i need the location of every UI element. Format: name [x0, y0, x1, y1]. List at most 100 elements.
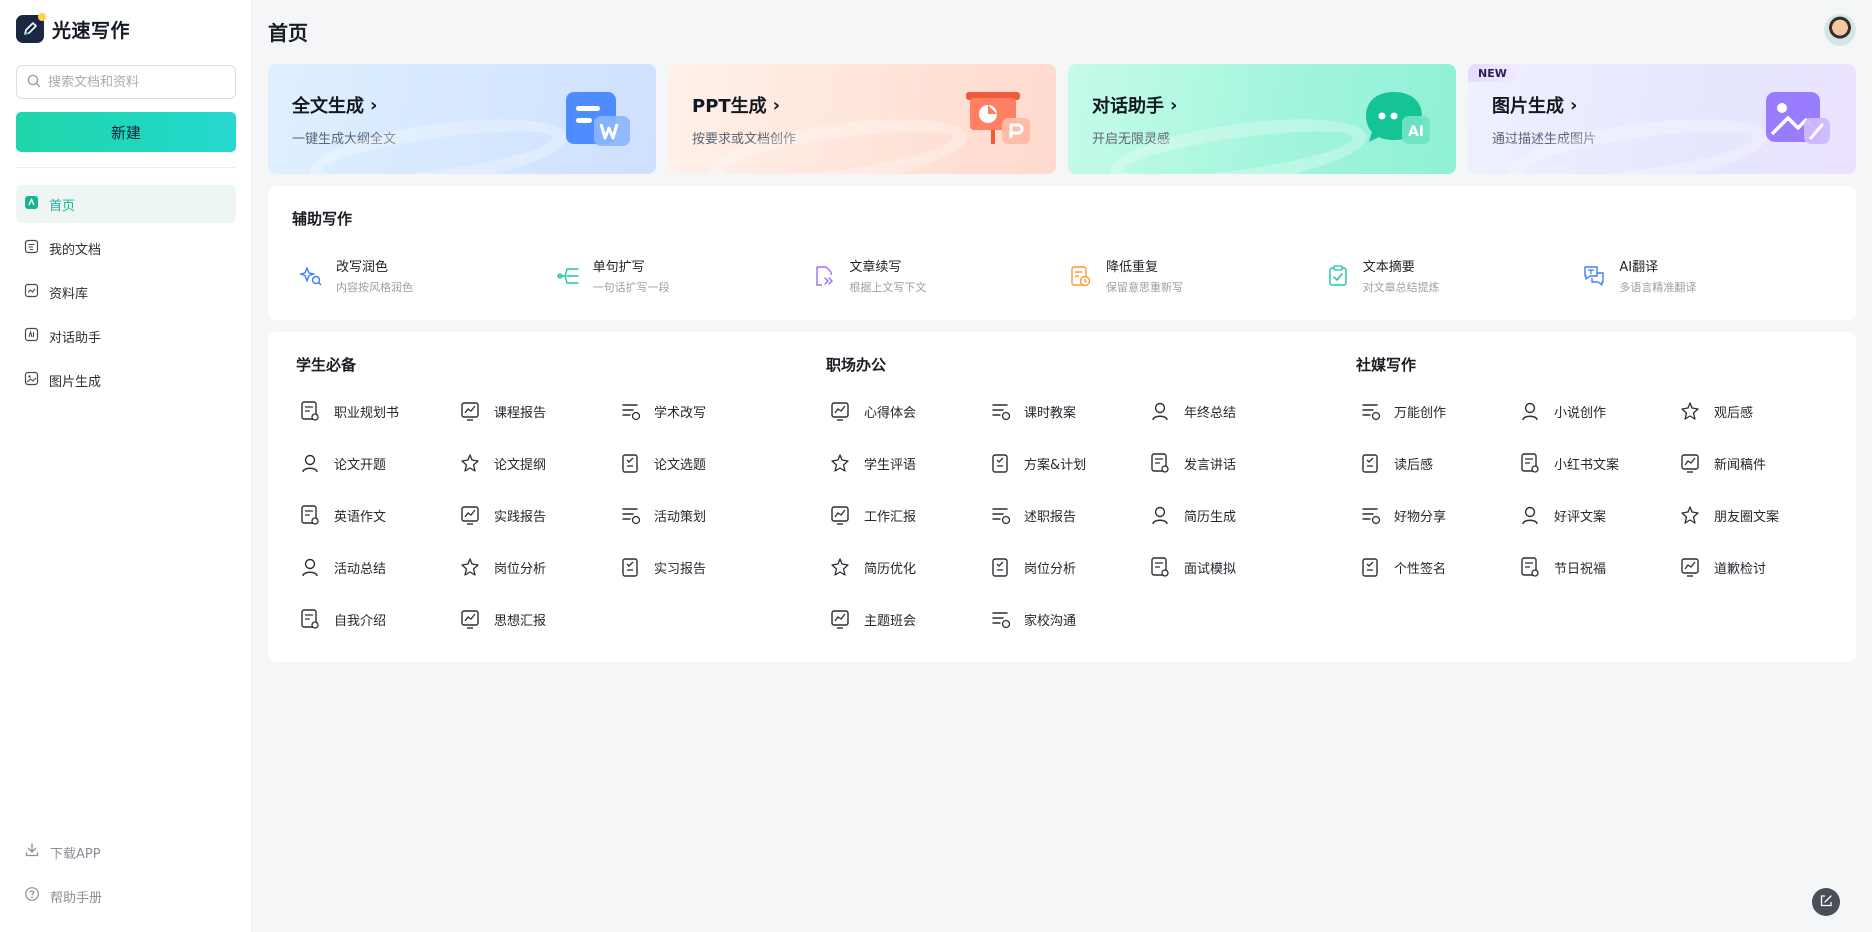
tool-item[interactable]: 课程报告	[456, 395, 616, 427]
card-chat-assistant[interactable]: 对话助手 › 开启无限灵感 AI	[1068, 64, 1456, 174]
brand[interactable]: 光速写作	[16, 13, 131, 44]
tool-label: 主题班会	[864, 613, 917, 629]
year-summary-icon	[1148, 399, 1172, 423]
tool-item[interactable]: 简历生成	[1146, 499, 1306, 531]
tool-item[interactable]: 新闻稿件	[1676, 447, 1836, 479]
help-manual-label: 帮助手册	[50, 890, 103, 906]
tool-grid: 心得体会 课时教案 年终总结学生评语 方案&计划 发言讲话工作汇报 述职报告 简历生成简历优…	[826, 395, 1336, 635]
tool-item[interactable]: 好评文案	[1516, 499, 1676, 531]
help-manual-link[interactable]: 帮助手册	[16, 877, 236, 915]
tool-label: 小说创作	[1554, 405, 1607, 421]
tool-item[interactable]: 家校沟通	[986, 603, 1146, 635]
tool-item[interactable]: 课时教案	[986, 395, 1146, 427]
resume-optimize-icon	[828, 555, 852, 579]
assist-item-name: AI翻译	[1619, 260, 1659, 275]
tool-item[interactable]: 活动策划	[616, 499, 776, 531]
tool-item[interactable]: 论文提纲	[456, 447, 616, 479]
assist-item-rewrite-polish[interactable]: 改写润色 内容按风格润色	[298, 256, 555, 295]
tool-item[interactable]: 工作汇报	[826, 499, 986, 531]
tool-item[interactable]: 学生评语	[826, 447, 986, 479]
thumbs-up-icon	[1518, 503, 1542, 527]
sidebar-item-home[interactable]: 首页	[16, 185, 236, 223]
tool-label: 思想汇报	[494, 613, 547, 629]
tool-item[interactable]: 岗位分析	[456, 551, 616, 583]
assist-item-sentence-expand[interactable]: 单句扩写 一句话扩写一段	[555, 256, 812, 295]
tool-item[interactable]: 方案&计划	[986, 447, 1146, 479]
tool-label: 简历生成	[1184, 509, 1237, 525]
new-button[interactable]: 新建	[16, 112, 236, 152]
tool-label: 活动总结	[334, 561, 387, 577]
sidebar-item-image-generation[interactable]: 图片生成	[16, 361, 236, 399]
assist-item-name: 改写润色	[336, 260, 389, 275]
tool-item[interactable]: 节日祝福	[1516, 551, 1676, 583]
assist-item-text-summary[interactable]: 文本摘要 对文章总结提炼	[1325, 256, 1582, 295]
assist-item-reduce-duplication[interactable]: 降低重复 保留意思重新写	[1068, 256, 1325, 295]
tool-item[interactable]: 学术改写	[616, 395, 776, 427]
library-icon	[24, 283, 39, 302]
assist-item-name: 降低重复	[1106, 260, 1159, 275]
tool-item[interactable]: 思想汇报	[456, 603, 616, 635]
assist-item-desc: 对文章总结提炼	[1362, 281, 1440, 294]
internship-report-icon	[618, 555, 642, 579]
chevron-right-icon: ›	[772, 94, 781, 116]
tool-item[interactable]: 主题班会	[826, 603, 986, 635]
tool-label: 学生评语	[864, 457, 917, 473]
tool-item[interactable]: 面试模拟	[1146, 551, 1306, 583]
tool-label: 发言讲话	[1184, 457, 1237, 473]
course-report-icon	[458, 399, 482, 423]
tool-item[interactable]: 论文开题	[296, 447, 456, 479]
tool-item[interactable]: 论文选题	[616, 447, 776, 479]
news-icon	[1678, 451, 1702, 475]
sidebar-item-chat[interactable]: 对话助手	[16, 317, 236, 355]
download-app-link[interactable]: 下载APP	[16, 833, 236, 871]
tool-label: 朋友圈文案	[1714, 509, 1780, 525]
tool-item[interactable]: 发言讲话	[1146, 447, 1306, 479]
tool-item[interactable]: 年终总结	[1146, 395, 1306, 427]
main-content: 首页 全文生成 › 一键生成大纲全文 PPT生成 › 按要求或文档创作 对话助手 › …	[268, 0, 1856, 932]
tool-label: 简历优化	[864, 561, 917, 577]
tool-label: 岗位分析	[1024, 561, 1077, 577]
search-icon	[27, 73, 41, 92]
card-ppt-generation[interactable]: PPT生成 › 按要求或文档创作	[668, 64, 1056, 174]
tool-item[interactable]: 简历优化	[826, 551, 986, 583]
translate-icon	[1581, 263, 1607, 289]
category-title: 职场办公	[826, 356, 897, 374]
tool-item[interactable]: 好物分享	[1356, 499, 1516, 531]
tool-item[interactable]: 实习报告	[616, 551, 776, 583]
edit-floating-button[interactable]	[1812, 888, 1840, 916]
tool-label: 道歉检讨	[1714, 561, 1767, 577]
brand-name: 光速写作	[52, 19, 131, 42]
sidebar-item-label: 我的文档	[49, 242, 102, 258]
tool-item[interactable]: 万能创作	[1356, 395, 1516, 427]
search-box[interactable]	[16, 65, 236, 99]
tool-item[interactable]: 述职报告	[986, 499, 1146, 531]
tool-label: 课时教案	[1024, 405, 1077, 421]
assist-item-continue-writing[interactable]: 文章续写 根据上文写下文	[811, 256, 1068, 295]
tool-item[interactable]: 观后感	[1676, 395, 1836, 427]
tool-item[interactable]: 职业规划书	[296, 395, 456, 427]
tool-item[interactable]: 道歉检讨	[1676, 551, 1836, 583]
tool-item[interactable]: 实践报告	[456, 499, 616, 531]
tool-item[interactable]: 英语作文	[296, 499, 456, 531]
tool-label: 实践报告	[494, 509, 547, 525]
xiaohongshu-icon	[1518, 451, 1542, 475]
tool-item[interactable]: 小说创作	[1516, 395, 1676, 427]
search-input[interactable]	[48, 74, 218, 90]
tool-item[interactable]: 自我介绍	[296, 603, 456, 635]
tool-item[interactable]: 心得体会	[826, 395, 986, 427]
sidebar-item-my-documents[interactable]: 我的文档	[16, 229, 236, 267]
sidebar-item-library[interactable]: 资料库	[16, 273, 236, 311]
tool-label: 工作汇报	[864, 509, 917, 525]
tool-item[interactable]: 个性签名	[1356, 551, 1516, 583]
tool-item[interactable]: 活动总结	[296, 551, 456, 583]
user-avatar[interactable]	[1824, 14, 1856, 46]
card-full-text-generation[interactable]: 全文生成 › 一键生成大纲全文	[268, 64, 656, 174]
tool-label: 心得体会	[864, 405, 917, 421]
assist-item-ai-translate[interactable]: AI翻译 多语言精准翻译	[1581, 256, 1838, 295]
tool-item[interactable]: 小红书文案	[1516, 447, 1676, 479]
card-image-generation[interactable]: NEW 图片生成 › 通过描述生成图片	[1468, 64, 1856, 174]
category-social-media: 社媒写作 万能创作 小说创作 观后感 读后感 小红书文案 新闻稿件 好物分享 好评文案 朋友圈文…	[1356, 354, 1866, 583]
tool-item[interactable]: 岗位分析	[986, 551, 1146, 583]
tool-item[interactable]: 读后感	[1356, 447, 1516, 479]
tool-item[interactable]: 朋友圈文案	[1676, 499, 1836, 531]
